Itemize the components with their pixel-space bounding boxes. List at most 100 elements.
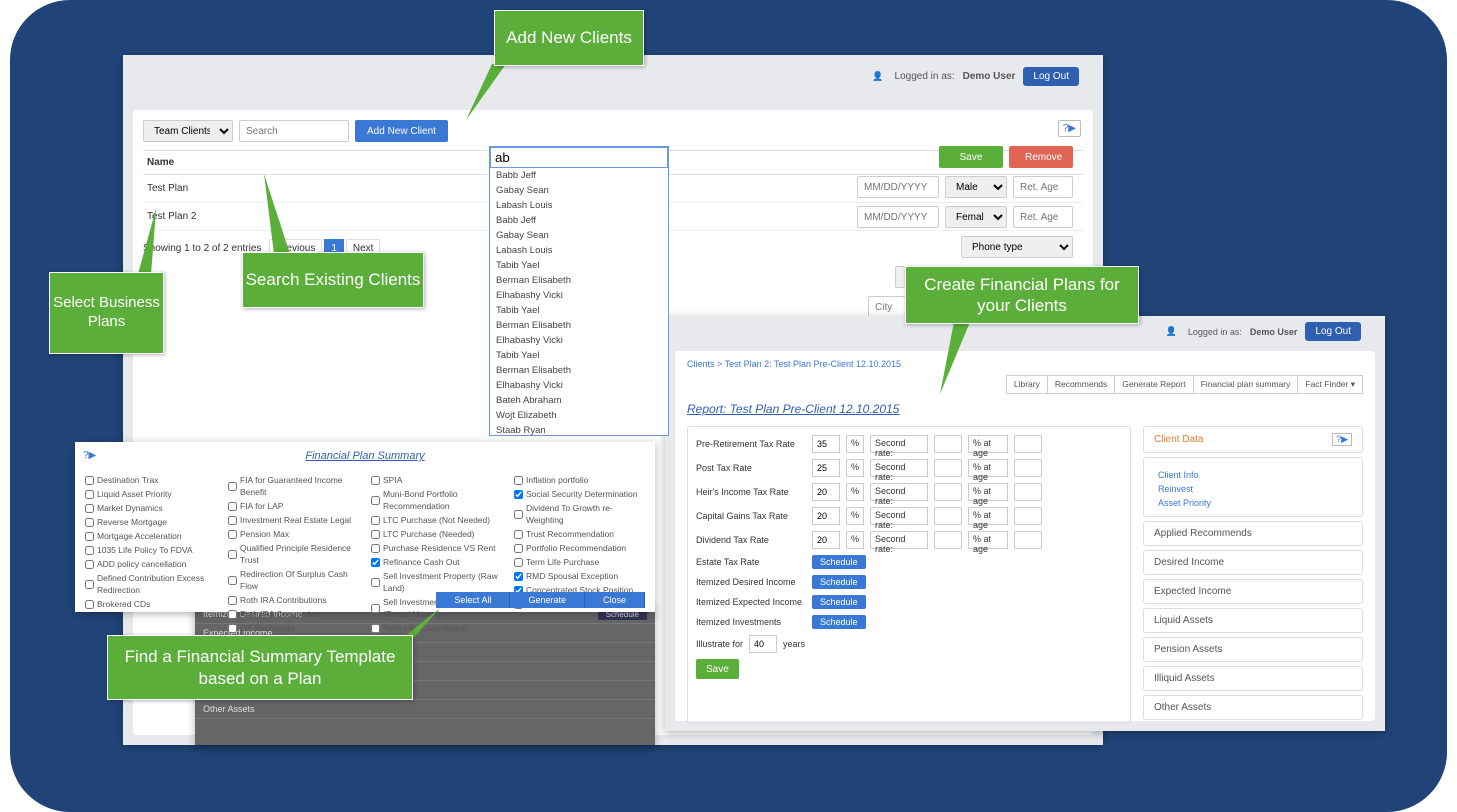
save-button[interactable]: Save [696,659,739,679]
rate-input[interactable] [812,483,840,501]
summary-option[interactable]: Investment Real Estate Legal [228,514,359,526]
at-age-input[interactable] [1014,531,1042,549]
help-icon[interactable]: ?▶ [83,450,96,461]
schedule-button[interactable]: Schedule [812,595,866,609]
autocomplete-option[interactable]: Tabib Yael [490,348,668,363]
side-card[interactable]: Other Assets [1143,695,1363,720]
autocomplete-option[interactable]: Labash Louis [490,198,668,213]
add-new-client-button[interactable]: Add New Client [355,120,448,142]
summary-option[interactable]: Redirection Of Surplus Cash Flow [228,568,359,592]
second-rate-input[interactable] [934,435,962,453]
autocomplete-option[interactable]: Elhabashy Vicki [490,333,668,348]
dob-2-input[interactable] [857,206,939,228]
at-age-input[interactable] [1014,507,1042,525]
ret-age-2-input[interactable] [1013,206,1073,228]
at-age-input[interactable] [1014,435,1042,453]
side-card[interactable]: Expected Income [1143,579,1363,604]
select-all-button[interactable]: Select All [436,592,510,608]
summary-option[interactable]: Roth IRA Conversion [228,608,359,620]
summary-option[interactable]: DX Secondary [228,622,359,634]
autocomplete-option[interactable]: Gabay Sean [490,183,668,198]
autocomplete-option[interactable]: Tabib Yael [490,303,668,318]
summary-option[interactable]: Dividend To Growth re-Weighting [514,502,645,526]
side-card[interactable]: Pension Assets [1143,637,1363,662]
summary-option[interactable]: Portfolio Recommendation [514,542,645,554]
summary-option[interactable]: LTC Purchase (Needed) [371,528,502,540]
client-link[interactable]: Client Info [1158,468,1348,482]
team-clients-select[interactable]: Team Clients [143,120,233,142]
autocomplete-option[interactable]: Elhabashy Vicki [490,378,668,393]
side-card[interactable]: Desired Income [1143,550,1363,575]
generate-button[interactable]: Generate [510,592,585,608]
rate-input[interactable] [812,459,840,477]
breadcrumb[interactable]: Clients > Test Plan 2: Test Plan Pre-Cli… [687,359,1363,369]
summary-option[interactable]: Trust Recommendation [514,528,645,540]
summary-option[interactable]: LTC Purchase (Not Needed) [371,514,502,526]
search-input[interactable] [239,120,349,142]
dob-1-input[interactable] [857,176,939,198]
autocomplete-option[interactable]: Staab Ryan [490,423,668,436]
autocomplete-option[interactable]: Wojt Elizabeth [490,408,668,423]
second-rate-input[interactable] [934,507,962,525]
summary-option[interactable]: Term Life Cancellation [371,622,502,634]
rate-input[interactable] [812,435,840,453]
summary-option[interactable]: Social Security Determination [514,488,645,500]
schedule-button[interactable]: Schedule [812,555,866,569]
summary-option[interactable]: ADD policy cancellation [85,558,216,570]
summary-option[interactable]: SPIA [371,474,502,486]
summary-option[interactable]: Muni-Bond Portfolio Recommendation [371,488,502,512]
tab[interactable]: Generate Report [1114,375,1193,394]
sidebar-item[interactable]: Other Assets [195,700,655,719]
second-rate-input[interactable] [934,531,962,549]
summary-option[interactable]: Defined Contribution Excess Redirection [85,572,216,596]
help-icon[interactable]: ?▶ [1332,433,1352,446]
tab[interactable]: Library [1006,375,1048,394]
at-age-input[interactable] [1014,459,1042,477]
illustrate-input[interactable] [749,635,777,653]
summary-option[interactable]: 1035 Life Policy To FDVA [85,544,216,556]
summary-option[interactable]: Mortgage Acceleration [85,530,216,542]
summary-option[interactable]: Qualified Principle Residence Trust [228,542,359,566]
summary-option[interactable]: Refinance Cash Out [371,556,502,568]
second-rate-input[interactable] [934,483,962,501]
autocomplete-option[interactable]: Labash Louis [490,243,668,258]
tab[interactable]: Recommends [1047,375,1115,394]
remove-button[interactable]: Remove [1009,146,1073,168]
summary-option[interactable]: Market Dynamics [85,502,216,514]
summary-option[interactable]: Purchase Residence VS Rent [371,542,502,554]
logout-button[interactable]: Log Out [1023,67,1079,86]
summary-option[interactable]: Term Life Purchase [514,556,645,568]
gender-1-select[interactable]: Male [945,176,1007,198]
side-card[interactable]: Illiquid Assets [1143,666,1363,691]
summary-option[interactable]: Destination Trax [85,474,216,486]
autocomplete-option[interactable]: Berman Elisabeth [490,318,668,333]
logout-button[interactable]: Log Out [1305,322,1361,341]
side-card[interactable]: Applied Recommends [1143,521,1363,546]
rate-input[interactable] [812,531,840,549]
autocomplete-option[interactable]: Tabib Yael [490,258,668,273]
side-card[interactable]: Liquid Assets [1143,608,1363,633]
summary-option[interactable]: Sell Investment Property (Raw Land) [371,570,502,594]
summary-option[interactable]: FIA for LAP [228,500,359,512]
autocomplete-input[interactable] [490,147,668,168]
summary-option[interactable]: Pension Max [228,528,359,540]
tab[interactable]: Fact Finder ▾ [1297,375,1363,394]
autocomplete-option[interactable]: Elhabashy Vicki [490,288,668,303]
tab[interactable]: Financial plan summary [1193,375,1299,394]
gender-2-select[interactable]: Female [945,206,1007,228]
summary-option[interactable]: RMD Spousal Exception [514,570,645,582]
autocomplete-option[interactable]: Berman Elisabeth [490,273,668,288]
help-icon[interactable]: ?▶ [1058,120,1081,137]
phone-type-select[interactable]: Phone type [961,236,1073,258]
summary-option[interactable]: FIA for Guaranteed Income Benefit [228,474,359,498]
autocomplete-option[interactable]: Berman Elisabeth [490,363,668,378]
summary-option[interactable]: Inflation portfolio [514,474,645,486]
summary-option[interactable]: Liquid Asset Priority [85,488,216,500]
client-link[interactable]: Reinvest [1158,482,1348,496]
second-rate-input[interactable] [934,459,962,477]
client-link[interactable]: Asset Priority [1158,496,1348,510]
rate-input[interactable] [812,507,840,525]
save-button[interactable]: Save [939,146,1003,168]
schedule-button[interactable]: Schedule [812,615,866,629]
summary-option[interactable]: Roth IRA Contributions [228,594,359,606]
